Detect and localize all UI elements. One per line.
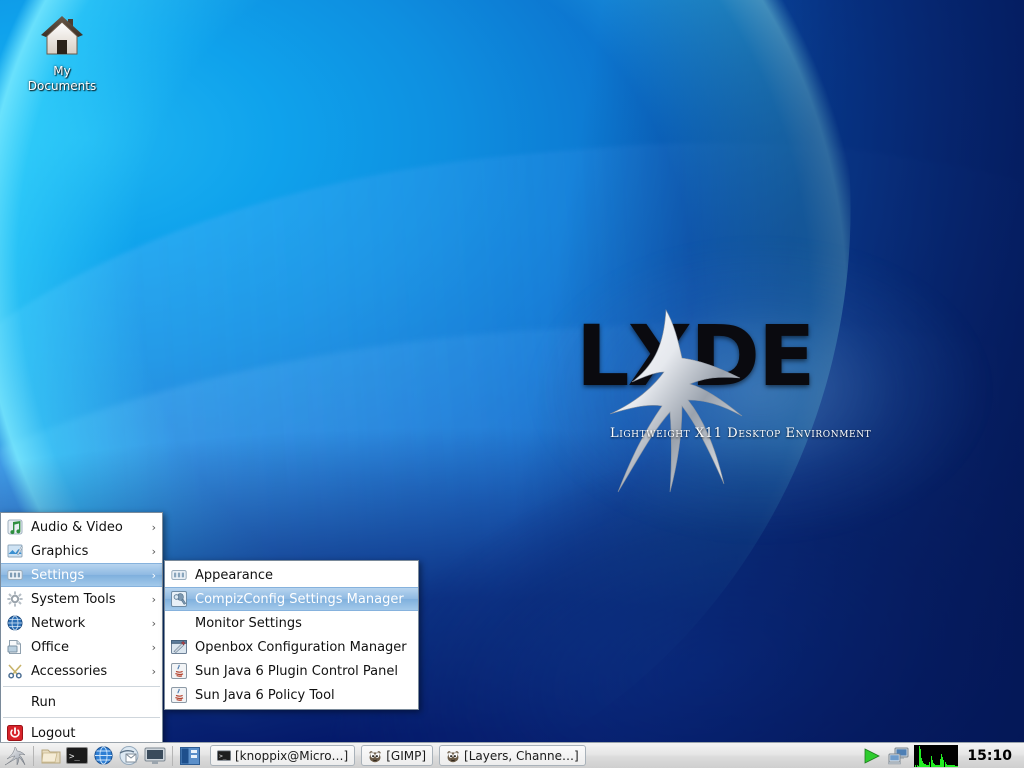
- task-button-label: [Layers, Channe…]: [464, 749, 579, 763]
- chevron-right-icon: ›: [152, 665, 156, 678]
- appearance-icon: [171, 567, 187, 583]
- compizconfig-icon: [171, 591, 187, 607]
- panel-separator: [33, 746, 34, 766]
- home-folder-icon: [16, 8, 108, 64]
- menu-item-network[interactable]: Network ›: [1, 611, 162, 635]
- task-button-label: [GIMP]: [386, 749, 426, 763]
- gimp-icon: [446, 749, 460, 763]
- chevron-right-icon: ›: [152, 617, 156, 630]
- launcher-show-desktop[interactable]: [143, 744, 167, 768]
- menu-item-graphics[interactable]: Graphics ›: [1, 539, 162, 563]
- taskbar-panel[interactable]: >_: [0, 742, 1024, 768]
- submenu-item-sun-java-6-plugin-control-panel[interactable]: Sun Java 6 Plugin Control Panel: [165, 659, 418, 683]
- menu-item-label: Settings: [31, 568, 146, 583]
- desktop-root[interactable]: My Documents LXDE Lightweight X11 Deskto…: [0, 0, 1024, 768]
- menu-item-label: Logout: [31, 726, 156, 741]
- network-icon: [7, 615, 23, 631]
- task-button-label: [knoppix@Micro…]: [235, 749, 348, 763]
- chevron-right-icon: ›: [152, 641, 156, 654]
- submenu-item-label: Sun Java 6 Plugin Control Panel: [195, 664, 412, 679]
- wallpaper-logo-glow: [530, 240, 990, 540]
- menu-item-settings[interactable]: Settings ›: [1, 563, 162, 587]
- power-icon: [7, 725, 23, 741]
- audio-video-icon: [7, 519, 23, 535]
- chevron-right-icon: ›: [152, 593, 156, 606]
- chevron-right-icon: ›: [152, 545, 156, 558]
- chevron-right-icon: ›: [152, 521, 156, 534]
- none: [7, 694, 23, 710]
- submenu-item-label: Openbox Configuration Manager: [195, 640, 412, 655]
- submenu-item-openbox-configuration-manager[interactable]: Openbox Configuration Manager: [165, 635, 418, 659]
- java-icon: [171, 663, 187, 679]
- start-menu-button[interactable]: [2, 744, 28, 768]
- cpu-usage-monitor[interactable]: [914, 745, 958, 767]
- submenu-item-label: Appearance: [195, 568, 412, 583]
- window-task-list[interactable]: >_ [knoppix@Micro…] [GIMP] [Layers, Channe……: [210, 745, 858, 766]
- task-button[interactable]: [GIMP]: [361, 745, 433, 766]
- openbox-icon: [171, 639, 187, 655]
- svg-text:>_: >_: [69, 752, 80, 762]
- submenu-item-label: Sun Java 6 Policy Tool: [195, 688, 412, 703]
- network-monitor-icon[interactable]: [887, 744, 911, 768]
- menu-item-accessories[interactable]: Accessories ›: [1, 659, 162, 683]
- menu-item-office[interactable]: Office ›: [1, 635, 162, 659]
- launcher-terminal[interactable]: >_: [65, 744, 89, 768]
- graphics-icon: [7, 543, 23, 559]
- menu-item-label: Audio & Video: [31, 520, 146, 535]
- launcher-mail-client[interactable]: [117, 744, 141, 768]
- application-menu[interactable]: Audio & Video›Graphics›Settings›System T…: [0, 512, 163, 748]
- submenu-item-monitor-settings[interactable]: Monitor Settings: [165, 611, 418, 635]
- menu-item-run[interactable]: Run: [1, 690, 162, 714]
- menu-item-label: System Tools: [31, 592, 146, 607]
- menu-item-label: Accessories: [31, 664, 146, 679]
- menu-item-audio-video[interactable]: Audio & Video ›: [1, 515, 162, 539]
- system-tray[interactable]: 15:10: [860, 744, 1022, 768]
- submenu-item-label: Monitor Settings: [195, 616, 412, 631]
- settings-submenu[interactable]: Appearance CompizConfig Settings Manager M…: [164, 560, 419, 710]
- task-button[interactable]: >_ [knoppix@Micro…]: [210, 745, 355, 766]
- terminal-icon: >_: [217, 749, 231, 763]
- submenu-item-compizconfig-settings-manager[interactable]: CompizConfig Settings Manager: [165, 587, 418, 611]
- menu-separator: [3, 717, 160, 718]
- java-icon: [171, 687, 187, 703]
- submenu-item-sun-java-6-policy-tool[interactable]: Sun Java 6 Policy Tool: [165, 683, 418, 707]
- gimp-icon: [368, 749, 382, 763]
- task-button[interactable]: [Layers, Channe…]: [439, 745, 586, 766]
- chevron-right-icon: ›: [152, 569, 156, 582]
- office-icon: [7, 639, 23, 655]
- submenu-item-label: CompizConfig Settings Manager: [195, 592, 412, 607]
- settings-icon: [7, 567, 23, 583]
- panel-clock[interactable]: 15:10: [961, 748, 1018, 764]
- submenu-item-appearance[interactable]: Appearance: [165, 563, 418, 587]
- launcher-file-manager[interactable]: [39, 744, 63, 768]
- menu-item-label: Office: [31, 640, 146, 655]
- launcher-web-browser[interactable]: [91, 744, 115, 768]
- system-tools-icon: [7, 591, 23, 607]
- none: [171, 615, 187, 631]
- desktop-icon-label: My Documents: [16, 64, 108, 94]
- menu-item-label: Run: [31, 695, 156, 710]
- lxde-logo-icon: [4, 746, 26, 766]
- svg-text:>_: >_: [219, 752, 227, 759]
- menu-item-label: Network: [31, 616, 146, 631]
- media-play-icon[interactable]: [860, 744, 884, 768]
- menu-separator: [3, 686, 160, 687]
- desktop-pager[interactable]: [178, 744, 202, 768]
- menu-item-system-tools[interactable]: System Tools ›: [1, 587, 162, 611]
- panel-separator-2: [172, 746, 173, 766]
- desktop-icon-my-documents[interactable]: My Documents: [16, 8, 108, 94]
- accessories-icon: [7, 663, 23, 679]
- menu-item-label: Graphics: [31, 544, 146, 559]
